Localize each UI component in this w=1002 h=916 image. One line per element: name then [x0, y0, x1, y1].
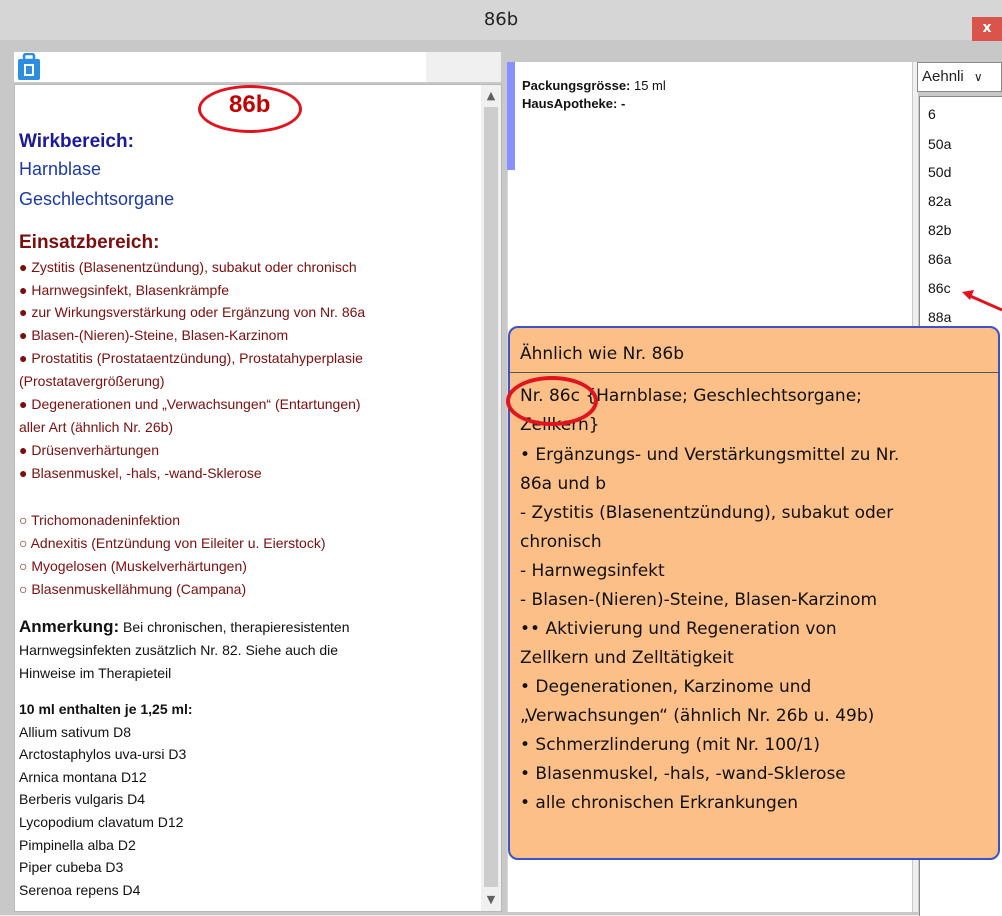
tooltip-divider: [510, 372, 998, 373]
einsatz-item: ● Blasen-(Nieren)-Steine, Blasen-Karzino…: [19, 327, 289, 343]
wirkbereich-item: Geschlechtsorgane: [19, 189, 175, 209]
hausapotheke-label: HausApotheke:: [522, 96, 618, 111]
ingredient-item: Serenoa repens D4: [19, 882, 141, 898]
einsatz-item: ● zur Wirkungsverstärkung oder Ergänzung…: [19, 304, 366, 320]
tooltip-line: - Zystitis (Blasenentzündung), subakut o…: [520, 503, 894, 523]
einsatz-item: (Prostatavergrößerung): [19, 373, 165, 389]
ingredient-item: Lycopodium clavatum D12: [19, 814, 184, 830]
list-item[interactable]: 82b: [928, 222, 951, 238]
tooltip-line: • alle chronischen Erkrankungen: [520, 793, 799, 813]
anmerkung-text: Bei chronischen, therapieresistenten: [119, 619, 350, 635]
ingredient-item: Allium sativum D8: [19, 724, 132, 740]
scroll-up-icon[interactable]: ▲: [481, 87, 501, 105]
tooltip-line: • Schmerzlinderung (mit Nr. 100/1): [520, 735, 821, 755]
packung-label: Packungsgrösse:: [522, 78, 631, 93]
einsatz-item: ● Zystitis (Blasenentzündung), subakut o…: [19, 259, 357, 275]
ingredient-item: Piper cubeba D3: [19, 859, 124, 875]
scrollbar-thumb[interactable]: [484, 107, 498, 887]
tooltip-line: 86a und b: [520, 474, 606, 494]
anmerkung-label: Anmerkung:: [19, 617, 120, 636]
tooltip-line: •• Aktivierung und Regeneration von: [520, 619, 837, 639]
einsatz-item-secondary: ○ Adnexitis (Entzündung von Eileiter u. …: [19, 535, 326, 551]
red-arrow-icon: [962, 290, 1002, 312]
left-scrollbar[interactable]: ▲ ▼: [481, 85, 501, 911]
tooltip-line: - Blasen-(Nieren)-Steine, Blasen-Karzino…: [520, 590, 878, 610]
anmerkung-text: Hinweise im Therapieteil: [19, 665, 172, 681]
hausapotheke-line: HausApotheke: -: [522, 96, 625, 111]
title-bar: 86b: [0, 0, 1002, 40]
einsatz-item-secondary: ○ Blasenmuskellähmung (Campana): [19, 581, 247, 597]
list-item[interactable]: 50a: [928, 136, 951, 152]
pharmacy-bag-icon[interactable]: [16, 53, 42, 81]
list-item[interactable]: 50d: [928, 164, 951, 180]
list-item[interactable]: 86c: [928, 280, 951, 296]
einsatzbereich-heading: Einsatzbereich:: [19, 232, 160, 253]
red-highlight-circle: [198, 85, 302, 133]
remedy-detail-pane[interactable]: 86b Wirkbereich: Harnblase Geschlechtsor…: [14, 84, 502, 912]
tooltip-line: • Degenerationen, Karzinome und: [520, 677, 812, 697]
hausapotheke-value: -: [617, 96, 626, 111]
einsatz-item: ● Harnwegsinfekt, Blasenkrämpfe: [19, 282, 229, 298]
anmerkung-line: Anmerkung: Bei chronischen, therapieresi…: [19, 617, 349, 637]
ingredient-item: Arctostaphylos uva-ursi D3: [19, 746, 187, 762]
tooltip-line: - Harnwegsinfekt: [520, 561, 665, 581]
left-toolbar-gap: [426, 52, 501, 82]
ingredients-heading: 10 ml enthalten je 1,25 ml:: [19, 701, 193, 717]
similar-dropdown[interactable]: Aehnli ∨: [917, 62, 1002, 92]
tooltip-line: • Blasenmuskel, -hals, -wand-Sklerose: [520, 764, 846, 784]
list-item[interactable]: 82a: [928, 193, 951, 209]
einsatz-item: aller Art (ähnlich Nr. 26b): [19, 419, 174, 435]
tooltip-line: Zellkern und Zelltätigkeit: [520, 648, 734, 668]
red-highlight-circle: [506, 376, 598, 426]
scroll-down-icon[interactable]: ▼: [481, 891, 501, 909]
ingredient-item: Pimpinella alba D2: [19, 837, 136, 853]
tooltip-line: chronisch: [520, 532, 602, 552]
tooltip-line: „Verwachsungen“ (ähnlich Nr. 26b u. 49b): [520, 706, 875, 726]
list-item[interactable]: 6: [928, 106, 936, 122]
list-item[interactable]: 88a: [928, 309, 951, 325]
einsatz-item: ● Blasenmuskel, -hals, -wand-Sklerose: [19, 465, 262, 481]
anmerkung-text: Harnwegsinfekten zusätzlich Nr. 82. Sieh…: [19, 642, 339, 658]
packung-value: 15 ml: [630, 78, 666, 93]
einsatz-item: ● Degenerationen und „Verwachsungen“ (En…: [19, 396, 361, 412]
wirkbereich-item: Harnblase: [19, 159, 102, 179]
app-window: 86b x 86b Wirkbereich: Harnblase Geschle…: [0, 0, 1002, 916]
left-toolbar: [14, 52, 426, 82]
tooltip-line: • Ergänzungs- und Verstärkungsmittel zu …: [520, 445, 900, 465]
close-button[interactable]: x: [972, 17, 1002, 41]
einsatz-item: ● Drüsenverhärtungen: [19, 442, 159, 458]
dropdown-value: Aehnli: [922, 68, 964, 85]
packung-line: Packungsgrösse: 15 ml: [522, 78, 666, 93]
chevron-down-icon: ∨: [973, 70, 983, 84]
list-item[interactable]: 86a: [928, 251, 951, 267]
tooltip-title: Ähnlich wie Nr. 86b: [520, 344, 685, 364]
ingredient-item: Arnica montana D12: [19, 769, 147, 785]
splitter-highlight[interactable]: [507, 62, 515, 170]
einsatz-item-secondary: ○ Trichomonadeninfektion: [19, 512, 180, 528]
wirkbereich-heading: Wirkbereich:: [19, 131, 134, 152]
einsatz-item-secondary: ○ Myogelosen (Muskelverhärtungen): [19, 558, 247, 574]
ingredient-item: Berberis vulgaris D4: [19, 791, 146, 807]
einsatz-item: ● Prostatitis (Prostataentzündung), Pros…: [19, 350, 363, 366]
window-title: 86b: [483, 9, 519, 30]
